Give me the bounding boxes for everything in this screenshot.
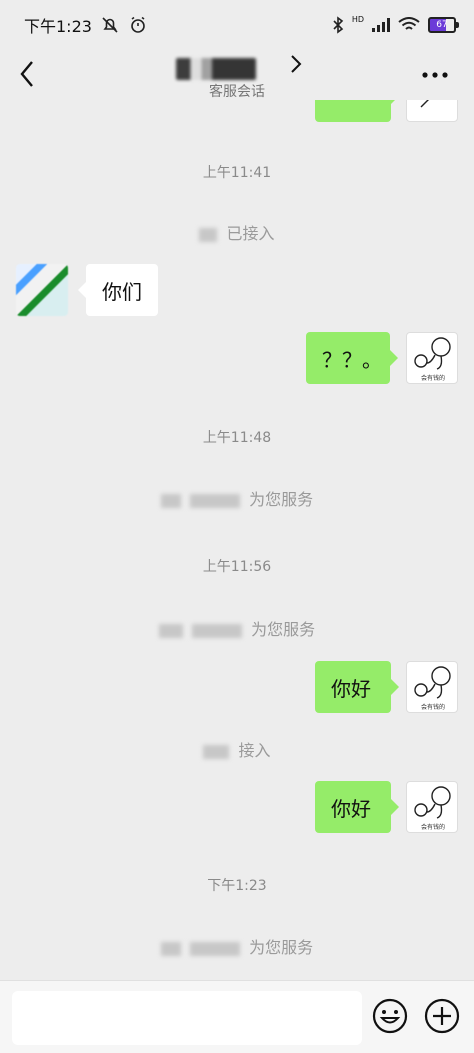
bluetooth-icon <box>333 16 344 34</box>
mute-bell-icon <box>102 17 118 33</box>
sticker-avatar[interactable] <box>406 100 458 122</box>
wifi-icon <box>398 17 420 30</box>
sticker-avatar[interactable]: 会有钱的 <box>406 661 458 713</box>
redacted-text <box>189 493 240 508</box>
redacted-text <box>160 941 181 956</box>
alarm-clock-icon <box>131 16 145 33</box>
system-notice-text: 为您服务 <box>251 620 316 639</box>
network-type-label: HD <box>351 14 364 24</box>
system-notice: 为您服务 <box>0 486 474 510</box>
system-notice: 已接入 <box>0 220 474 244</box>
battery-icon: 67 <box>428 17 459 33</box>
timestamp: 上午11:48 <box>202 430 272 446</box>
chat-title-redacted[interactable] <box>176 58 256 80</box>
redacted-text <box>199 227 218 242</box>
system-notice: 接入 <box>0 737 474 761</box>
input-bar <box>0 980 474 1053</box>
redacted-text <box>160 493 181 508</box>
redacted-text <box>189 941 240 956</box>
message-text: 你们 <box>102 279 142 304</box>
system-notice-text: 为您服务 <box>249 938 314 957</box>
system-notice-text: 为您服务 <box>249 490 314 509</box>
agent-avatar[interactable] <box>16 264 68 316</box>
message-text: 你好 <box>331 796 371 821</box>
plus-circle-icon[interactable] <box>423 997 461 1035</box>
system-notice: 为您服务 <box>0 616 474 640</box>
chat-header: 客服会话 <box>0 50 474 100</box>
message-bubble-incoming[interactable]: 你们 <box>78 264 158 316</box>
chevron-right-icon[interactable] <box>288 52 304 76</box>
timestamp: 上午11:56 <box>202 559 272 575</box>
system-notice-text: 接入 <box>238 741 271 760</box>
sticker-avatar[interactable]: 会有钱的 <box>406 781 458 833</box>
timestamp: 上午11:41 <box>202 165 272 181</box>
signal-icon <box>372 18 390 32</box>
more-dots-icon[interactable] <box>420 60 450 90</box>
message-bubble-outgoing[interactable]: 你好 <box>315 781 399 833</box>
sticker-caption: 会有钱的 <box>420 704 445 711</box>
message-list[interactable]: 上午11:41 已接入 你们 ？？。 会有钱的 上午11:48 为您服务 上午1… <box>0 100 474 980</box>
redacted-text <box>158 623 183 638</box>
battery-level: 67 <box>436 20 448 30</box>
status-left: 下午1:23 <box>24 13 148 37</box>
sticker-avatar[interactable]: 会有钱的 <box>406 332 458 384</box>
sticker-caption: 会有钱的 <box>420 375 445 382</box>
message-input[interactable] <box>12 991 362 1045</box>
redacted-text <box>191 623 242 638</box>
message-text: 你好 <box>331 676 371 701</box>
sticker-figure-icon <box>420 100 429 108</box>
status-right: HD 67 <box>332 14 459 34</box>
status-time: 下午1:23 <box>24 17 92 36</box>
system-notice: 为您服务 <box>0 934 474 958</box>
redacted-text <box>203 744 230 759</box>
sticker-caption: 会有钱的 <box>420 824 445 831</box>
message-bubble-outgoing[interactable]: ？？。 <box>306 332 398 384</box>
message-bubble-partial[interactable] <box>315 100 399 122</box>
timestamp: 下午1:23 <box>207 878 267 894</box>
status-bar: 下午1:23 HD 67 <box>0 0 474 50</box>
system-notice-text: 已接入 <box>226 224 275 243</box>
message-text: ？？。 <box>322 347 382 372</box>
chat-subtitle: 客服会话 <box>209 84 265 100</box>
smiley-icon[interactable] <box>371 997 409 1035</box>
message-bubble-outgoing[interactable]: 你好 <box>315 661 399 713</box>
